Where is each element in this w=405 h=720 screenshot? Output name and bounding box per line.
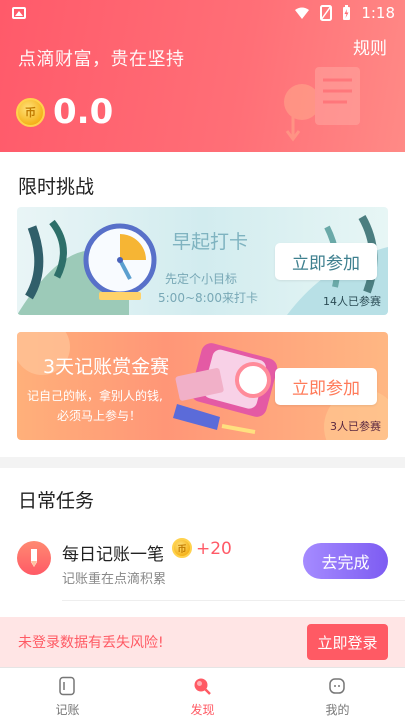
early-checkin-title: 早起打卡 [172,231,249,253]
nav-label-profile: 我的 [325,703,350,717]
nav-item-bookkeeping[interactable]: 记账 [0,668,135,720]
balance-value: 0.0 [53,92,114,132]
daily-tasks-title: 日常任务 [18,490,95,512]
profile-icon [329,678,345,694]
status-time: 1:18 [361,4,395,22]
nav-item-discover[interactable]: 发现 [135,668,270,720]
early-checkin-participants: 14人已参赛 [323,295,381,308]
task-coin-icon: 币 [172,538,192,558]
nav-label-discover: 发现 [190,703,215,717]
sim-off-icon [320,5,333,21]
image-notification-icon [12,7,26,19]
coin-balance: 币 0.0 [16,92,113,132]
status-indicators: 1:18 [294,4,395,22]
task-row[interactable]: 每日记账一笔 币 +20 记账重在点滴积累 去完成 [0,535,405,591]
wifi-icon [295,7,310,19]
discover-screen: 1:18 点滴财富，贵在坚持 规则 币 0.0 限时挑战 早起打卡 先定个小目标… [0,0,405,720]
early-checkin-subtitle: 先定个小目标 [165,272,238,286]
header: 1:18 点滴财富，贵在坚持 规则 币 0.0 [0,0,405,152]
ledger-icon [59,676,75,696]
task-divider [62,600,405,601]
login-button[interactable]: 立即登录 [307,624,388,660]
challenge-title: 限时挑战 [18,176,95,198]
bottom-navigation: 记账 发现 我的 [0,667,405,720]
nav-label-bookkeeping: 记账 [55,703,80,717]
early-checkin-join-button[interactable]: 立即参加 [275,243,377,280]
bounty-contest-title: 3天记账赏金赛 [43,356,170,378]
task-description: 记账重在点滴积累 [62,572,167,587]
bounty-contest-call-to-action: 必须马上参与！ [57,409,142,423]
login-warning-text: 未登录数据有丢失风险! [18,635,164,651]
bounty-contest-subtitle: 记自己的帐，拿别人的钱, [27,389,163,403]
discover-search-icon [194,678,211,695]
battery-charging-icon [343,5,351,20]
task-title: 每日记账一笔 [62,545,164,565]
coin-icon: 币 [16,97,45,127]
ledger-decoration-icon [284,67,360,142]
bounty-contest-banner[interactable]: 3天记账赏金赛 记自己的帐，拿别人的钱, 必须马上参与！ 立即参加 3人已参赛 [17,332,388,440]
early-checkin-banner[interactable]: 早起打卡 先定个小目标 5:00~8:00来打卡 立即参加 14人已参赛 [17,207,388,315]
bounty-contest-join-button[interactable]: 立即参加 [275,368,377,405]
early-checkin-time-range: 5:00~8:00来打卡 [158,291,258,305]
task-reward: +20 [196,539,232,559]
nav-item-profile[interactable]: 我的 [270,668,405,720]
header-slogan: 点滴财富，贵在坚持 [18,49,185,70]
login-warning-bar: 未登录数据有丢失风险! 立即登录 [0,617,405,667]
challenge-section: 限时挑战 早起打卡 先定个小目标 5:00~8:00来打卡 立即参加 14人已参… [0,152,405,457]
pencil-icon [17,541,51,575]
status-bar: 1:18 [0,0,405,28]
bounty-contest-participants: 3人已参赛 [330,420,381,433]
complete-task-button[interactable]: 去完成 [303,543,388,579]
